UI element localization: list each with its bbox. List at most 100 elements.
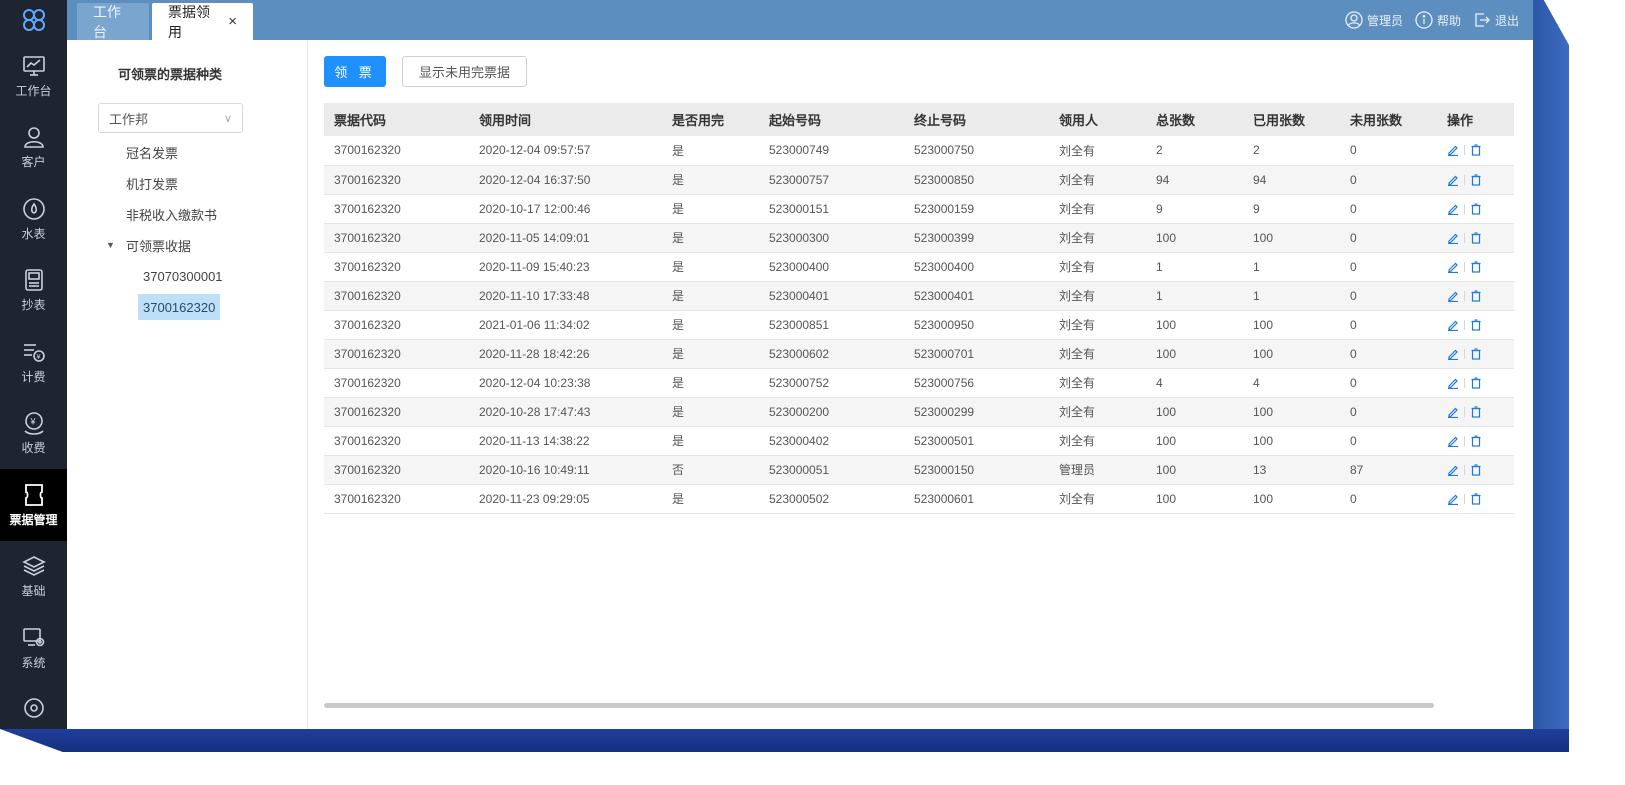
table-row[interactable]: 3700162320 2021-01-06 11:34:02 是 523000851 5…: [324, 310, 1514, 340]
delete-icon[interactable]: [1470, 405, 1482, 418]
sidebar-item-system[interactable]: 系统: [0, 612, 67, 684]
delete-icon[interactable]: [1470, 347, 1482, 360]
edit-icon[interactable]: [1447, 406, 1459, 418]
table-row[interactable]: 3700162320 2020-11-13 14:38:22 是 523000402 5…: [324, 426, 1514, 456]
caret-down-icon[interactable]: ▼: [106, 240, 115, 250]
table-row[interactable]: 3700162320 2020-10-17 12:00:46 是 523000151 5…: [324, 194, 1514, 224]
row-actions: [1447, 260, 1514, 273]
system-settings-icon: [22, 627, 44, 647]
take-ticket-button[interactable]: 领 票: [324, 56, 386, 87]
tree-node-named-invoice[interactable]: 冠名发票: [126, 139, 178, 165]
delete-icon[interactable]: [1470, 173, 1482, 186]
divider: [1464, 232, 1465, 243]
edit-icon[interactable]: [1447, 435, 1459, 447]
table-cell: 3700162320: [324, 339, 469, 369]
tree-node-label: 37070300001: [143, 268, 223, 284]
table-row[interactable]: 3700162320 2020-11-10 17:33:48 是 523000401 5…: [324, 281, 1514, 311]
table-cell: 2020-12-04 09:57:57: [469, 136, 662, 166]
billing-icon: ¥: [23, 343, 45, 362]
table-row[interactable]: 3700162320 2020-12-04 09:57:57 是 523000749 5…: [324, 136, 1514, 166]
edit-icon[interactable]: [1447, 144, 1459, 157]
table-row[interactable]: 3700162320 2020-10-28 17:47:43 是 523000200 5…: [324, 397, 1514, 427]
delete-icon[interactable]: [1470, 463, 1482, 476]
sidebar-item-meter-reading[interactable]: 抄表: [0, 255, 67, 327]
edit-icon[interactable]: [1447, 203, 1459, 215]
table-cell: 523000401: [904, 281, 1049, 311]
sidebar-item-basic[interactable]: 基础: [0, 541, 67, 613]
tree-node-code-3700162320[interactable]: 3700162320: [138, 294, 221, 320]
tree-node-label: 非税收入缴款书: [126, 207, 218, 223]
table-cell: 100: [1146, 223, 1243, 253]
table-cell: 3700162320: [324, 426, 469, 456]
sidebar-item-billing[interactable]: ¥ 计费: [0, 326, 67, 398]
table-cell: 523000757: [759, 165, 904, 195]
table-cell: 0: [1340, 223, 1437, 253]
table-cell: 100: [1146, 310, 1243, 340]
table-cell: 523000601: [904, 484, 1049, 514]
sidebar-item-customer[interactable]: 客户: [0, 112, 67, 184]
logout-button[interactable]: 退出: [1473, 11, 1519, 29]
row-actions: [1447, 202, 1514, 215]
edit-icon[interactable]: [1447, 377, 1459, 389]
table-row[interactable]: 3700162320 2020-11-28 18:42:26 是 523000602 5…: [324, 339, 1514, 369]
table-cell: 9: [1146, 194, 1243, 224]
app-logo-icon[interactable]: [0, 0, 67, 40]
edit-icon[interactable]: [1447, 348, 1459, 360]
table-cell: 刘全有: [1049, 223, 1146, 253]
edit-icon[interactable]: [1447, 319, 1459, 331]
logout-label: 退出: [1494, 13, 1519, 28]
delete-icon[interactable]: [1470, 260, 1482, 273]
sidebar-item-workbench[interactable]: 工作台: [0, 40, 67, 112]
show-unfinished-button[interactable]: 显示未用完票据: [402, 56, 527, 87]
edit-icon[interactable]: [1447, 261, 1459, 273]
delete-icon[interactable]: [1470, 231, 1482, 244]
edit-icon[interactable]: [1447, 493, 1459, 505]
horizontal-scrollbar[interactable]: [324, 703, 1434, 708]
table-row[interactable]: 3700162320 2020-12-04 16:37:50 是 523000757 5…: [324, 165, 1514, 195]
ticket-icon: [24, 483, 43, 506]
table-cell: 是: [662, 252, 759, 282]
delete-icon[interactable]: [1470, 492, 1482, 505]
table-cell: 3700162320: [324, 194, 469, 224]
edit-icon[interactable]: [1447, 290, 1459, 302]
table-cell: 是: [662, 426, 759, 456]
action-cell: [1437, 136, 1514, 166]
table-cell: 523000401: [759, 281, 904, 311]
row-actions: [1447, 463, 1514, 476]
edit-icon[interactable]: [1447, 232, 1459, 244]
delete-icon[interactable]: [1470, 376, 1482, 389]
sidebar-settings[interactable]: [0, 689, 67, 729]
meter-reader-icon: [24, 269, 43, 292]
tree-node-code-37070300001[interactable]: 37070300001: [143, 263, 223, 289]
table-row[interactable]: 3700162320 2020-11-23 09:29:05 是 523000502 5…: [324, 484, 1514, 514]
edit-icon[interactable]: [1447, 464, 1459, 476]
tree-node-receipt[interactable]: ▼ 可领票收据: [67, 232, 287, 258]
tree-node-nontax-payment[interactable]: 非税收入缴款书: [126, 201, 217, 227]
delete-icon[interactable]: [1470, 202, 1482, 215]
table-row[interactable]: 3700162320 2020-10-16 10:49:11 否 523000051 5…: [324, 455, 1514, 485]
table-row[interactable]: 3700162320 2020-11-09 15:40:23 是 523000400 5…: [324, 252, 1514, 282]
row-actions: [1447, 434, 1514, 447]
help-button[interactable]: 帮助: [1415, 11, 1461, 29]
sidebar-item-bill-management[interactable]: 票据管理: [0, 469, 67, 541]
action-cell: [1437, 310, 1514, 340]
tree-node-machine-invoice[interactable]: 机打发票: [126, 170, 178, 196]
close-icon[interactable]: ×: [228, 13, 237, 30]
company-select[interactable]: 工作邦 ∨: [98, 103, 243, 133]
table-cell: 刘全有: [1049, 397, 1146, 427]
table-row[interactable]: 3700162320 2020-11-05 14:09:01 是 523000300 5…: [324, 223, 1514, 253]
table-cell: 523000756: [904, 368, 1049, 398]
tab-workbench[interactable]: 工作台: [77, 3, 149, 40]
table-row[interactable]: 3700162320 2020-12-04 10:23:38 是 523000752 5…: [324, 368, 1514, 398]
delete-icon[interactable]: [1470, 434, 1482, 447]
sidebar-item-collection[interactable]: ¥ 收费: [0, 398, 67, 470]
delete-icon[interactable]: [1470, 318, 1482, 331]
edit-icon[interactable]: [1447, 174, 1459, 186]
table-cell: 523000299: [904, 397, 1049, 427]
delete-icon[interactable]: [1470, 144, 1482, 156]
sidebar-item-water-meter[interactable]: 水表: [0, 183, 67, 255]
admin-button[interactable]: 管理员: [1345, 11, 1403, 29]
table-cell: 是: [662, 194, 759, 224]
tab-bill-issue[interactable]: 票据领用 ×: [152, 3, 253, 40]
delete-icon[interactable]: [1470, 289, 1482, 302]
